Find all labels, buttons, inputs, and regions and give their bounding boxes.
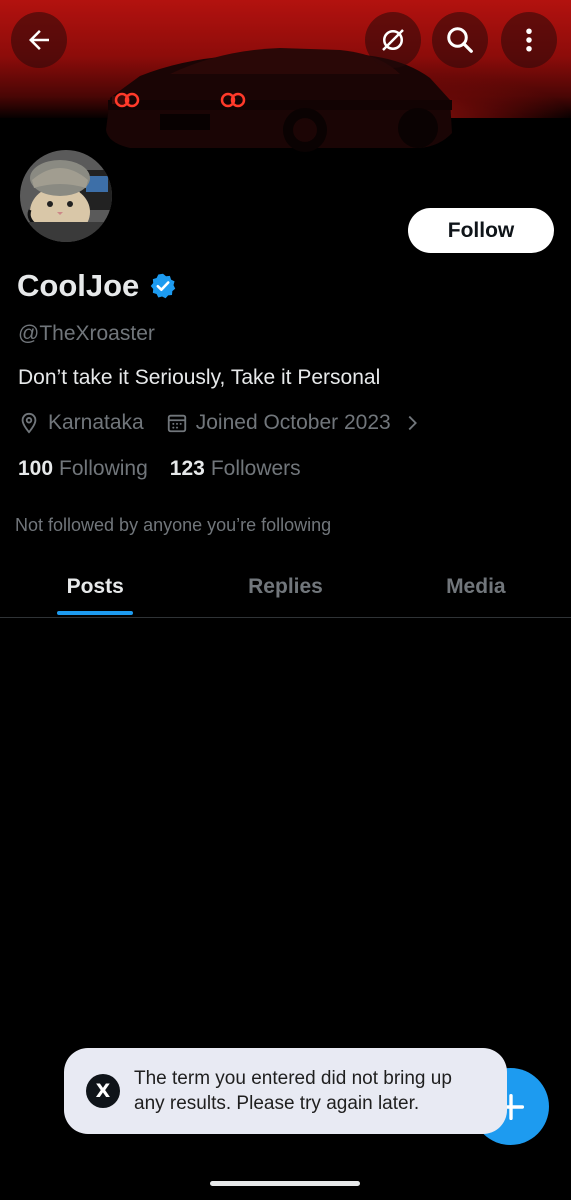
followers-label: Followers [210, 457, 301, 480]
following-stat[interactable]: 100 Following [18, 457, 148, 481]
tab-replies[interactable]: Replies [190, 556, 380, 617]
name-row: CoolJoe [17, 268, 177, 304]
following-label: Following [59, 457, 148, 480]
cat-avatar-image [20, 150, 112, 242]
location-pin-icon [21, 412, 37, 434]
followers-stat[interactable]: 123 Followers [170, 457, 301, 481]
more-options-button[interactable] [501, 12, 557, 68]
profile-banner[interactable] [0, 0, 571, 160]
profile-location: Karnataka [48, 411, 144, 434]
calendar-icon [167, 414, 186, 433]
followers-count: 123 [169, 457, 205, 480]
tab-active-indicator [57, 611, 134, 615]
profile-joined-date[interactable]: Joined October 2023 [196, 411, 391, 435]
profile-avatar[interactable] [16, 146, 116, 246]
display-name: CoolJoe [17, 268, 140, 303]
profile-bio: Don’t take it Seriously, Take it Persona… [18, 366, 381, 389]
back-button[interactable] [11, 12, 67, 68]
search-icon [447, 27, 473, 53]
profile-handle: @TheXroaster [18, 322, 155, 345]
tab-posts[interactable]: Posts [0, 556, 190, 617]
following-count: 100 [18, 457, 54, 480]
tab-replies-label: Replies [248, 574, 323, 598]
error-toast: X The term you entered did not bring up … [64, 1048, 507, 1134]
x-logo-icon: X [86, 1074, 120, 1108]
gesture-home-bar[interactable] [210, 1181, 360, 1186]
tab-media-label: Media [446, 574, 506, 598]
grok-icon [382, 29, 404, 51]
toast-message: The term you entered did not bring up an… [134, 1068, 452, 1114]
more-vertical-icon [526, 28, 532, 52]
not-followed-notice: Not followed by anyone you’re following [15, 515, 332, 535]
arrow-left-icon [29, 30, 49, 50]
profile-meta: Karnataka Joined October 2023 [18, 411, 423, 435]
tab-posts-label: Posts [66, 574, 124, 598]
chevron-right-icon[interactable] [401, 412, 423, 434]
follow-button[interactable]: Follow [408, 208, 554, 253]
follow-stats: 100 Following 123 Followers [18, 457, 323, 481]
verified-badge-icon[interactable] [149, 272, 177, 300]
grok-button[interactable] [365, 12, 421, 68]
profile-tabs: Posts Replies Media [0, 556, 571, 618]
search-button[interactable] [432, 12, 488, 68]
tab-media[interactable]: Media [381, 556, 571, 617]
